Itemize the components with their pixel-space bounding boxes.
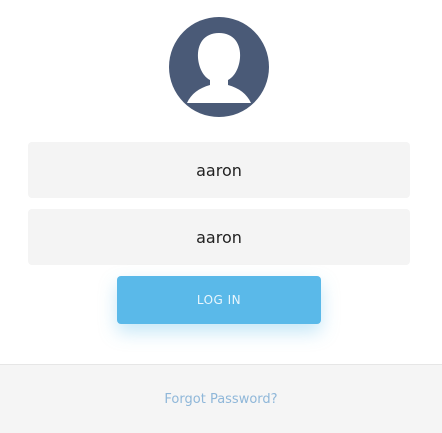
username-input[interactable] — [28, 142, 410, 198]
forgot-password-link[interactable]: Forgot Password? — [0, 392, 442, 407]
login-button[interactable]: LOG IN — [117, 276, 321, 324]
login-card: LOG IN Forgot Password? — [0, 0, 442, 433]
password-field — [28, 209, 410, 265]
password-input[interactable] — [28, 209, 410, 265]
username-field — [28, 142, 410, 198]
user-avatar-icon — [169, 17, 269, 117]
login-footer: Forgot Password? — [0, 364, 442, 433]
